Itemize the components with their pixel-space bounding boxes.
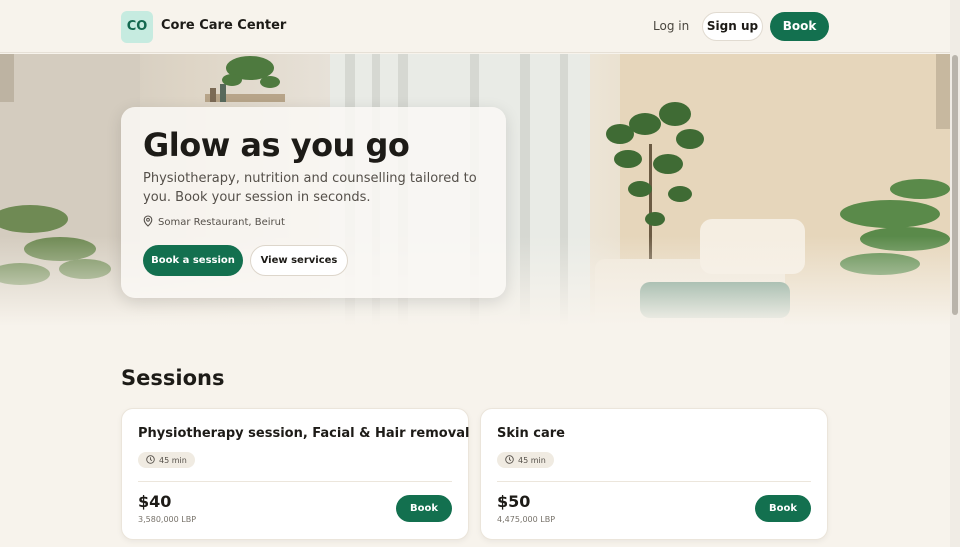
session-name: Physiotherapy session, Facial & Hair rem… [138, 426, 470, 441]
clock-icon [505, 454, 514, 466]
map-pin-icon [143, 215, 153, 230]
duration-text: 45 min [518, 455, 546, 465]
price-usd: $40 [138, 492, 172, 511]
top-nav: CO Core Care Center Log in Sign up Book [0, 0, 950, 53]
brand-name[interactable]: Core Care Center [161, 18, 286, 33]
duration-text: 45 min [159, 455, 187, 465]
divider [497, 481, 811, 482]
login-link[interactable]: Log in [653, 19, 689, 33]
sessions-heading: Sessions [121, 366, 225, 390]
price-lbp: 3,580,000 LBP [138, 515, 197, 524]
session-book-button[interactable]: Book [396, 495, 452, 522]
session-book-button[interactable]: Book [755, 495, 811, 522]
session-card[interactable]: Skin care 45 min $50 4,475,000 LBP Book [480, 408, 828, 540]
divider [138, 481, 452, 482]
logo-badge[interactable]: CO [121, 11, 153, 43]
hero-title: Glow as you go [143, 126, 410, 164]
session-card[interactable]: Physiotherapy session, Facial & Hair rem… [121, 408, 469, 540]
location: Somar Restaurant, Beirut [143, 215, 285, 230]
location-text: Somar Restaurant, Beirut [158, 217, 285, 228]
session-name: Skin care [497, 426, 565, 441]
clock-icon [146, 454, 155, 466]
price-usd: $50 [497, 492, 531, 511]
header-book-button[interactable]: Book [770, 12, 829, 41]
signup-button[interactable]: Sign up [702, 12, 763, 41]
view-services-button[interactable]: View services [250, 245, 348, 276]
book-session-button[interactable]: Book a session [143, 245, 243, 276]
scrollbar-thumb[interactable] [952, 55, 958, 315]
price-lbp: 4,475,000 LBP [497, 515, 556, 524]
duration-badge: 45 min [497, 452, 554, 468]
duration-badge: 45 min [138, 452, 195, 468]
hero-subtitle: Physiotherapy, nutrition and counselling… [143, 171, 477, 205]
